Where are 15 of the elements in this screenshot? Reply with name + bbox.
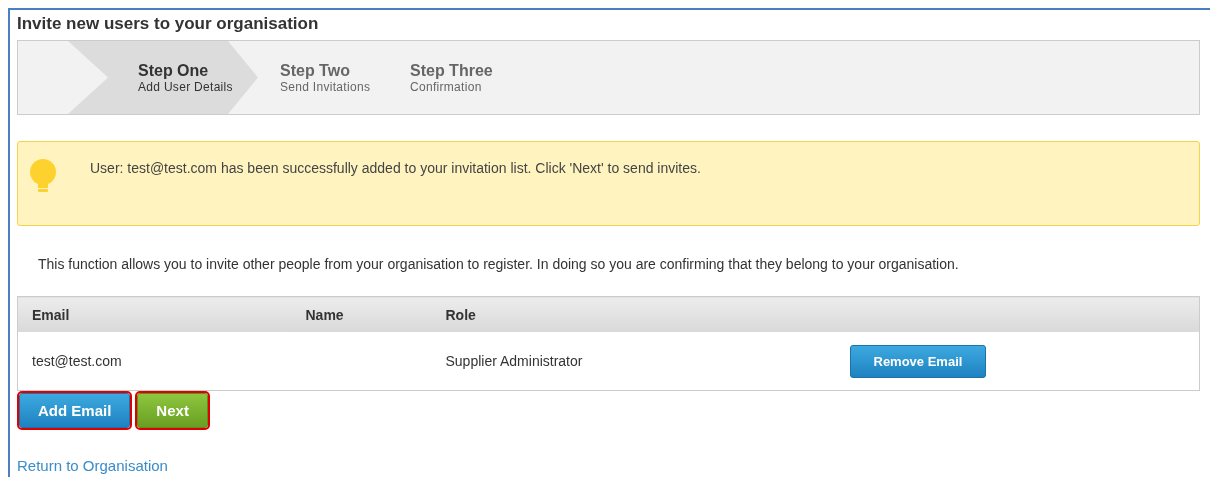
alert-message: User: test@test.com has been successfully added to your invitation list. Click 'Next' to send invites. (90, 160, 701, 176)
step-tab[interactable]: Step Two Send Invitations (258, 41, 388, 114)
column-header: Role (431, 296, 836, 332)
remove-email-button[interactable]: Remove Email (849, 344, 987, 378)
table-cell: Supplier Administrator (431, 332, 836, 391)
column-header: Name (291, 296, 432, 332)
page-title: Invite new users to your organisation (17, 14, 320, 34)
column-header: Email (17, 296, 292, 332)
step-tab[interactable]: Step Three Confirmation (388, 41, 508, 114)
table-cell: test@test.com (17, 332, 292, 391)
action-button[interactable]: Next (137, 393, 208, 428)
action-button[interactable]: Add Email (19, 393, 131, 428)
return-link[interactable]: Return to Organisation (17, 457, 168, 474)
intro-text: This function allows you to invite other people from your organisation to register. In doing so you are confirming that they belong to your organisation. (38, 256, 960, 272)
step-tab[interactable]: Step One Add User Details (68, 41, 258, 114)
